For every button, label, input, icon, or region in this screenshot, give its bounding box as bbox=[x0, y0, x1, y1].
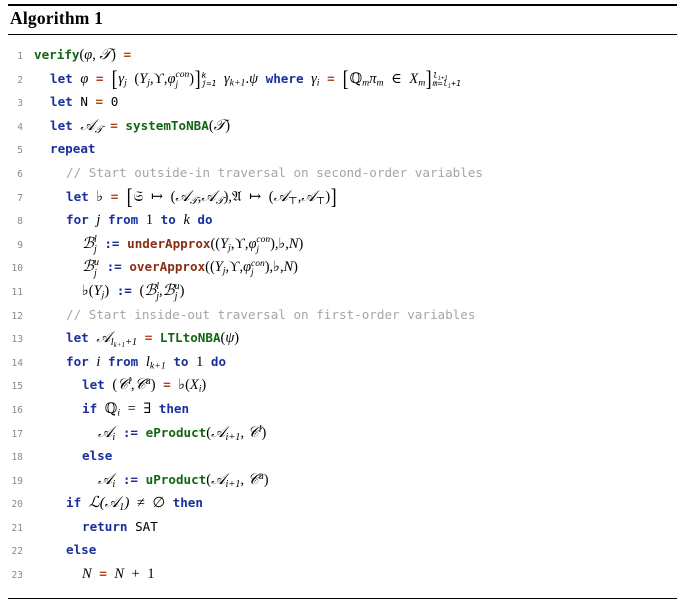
code-line: 17 𝒜i := eProduct(𝒜i+1, 𝒞l) bbox=[0, 422, 685, 446]
line-content: let φ = [γj (Yj,ϒ,φ con j)] k j=1 γk+1.ψ whe… bbox=[50, 66, 461, 92]
line-number: 1 bbox=[17, 51, 23, 62]
line-content: let 𝒜𝒯 = systemToNBA(𝒯) bbox=[50, 116, 231, 136]
code-line: 9 ℬlj := underApprox((Yj,ϒ,φ con j),♭,N) bbox=[0, 233, 685, 257]
line-number: 15 bbox=[11, 381, 23, 393]
line-number: 16 bbox=[11, 404, 23, 416]
code-line: 18 else bbox=[0, 445, 685, 469]
line-content: repeat bbox=[50, 141, 96, 157]
line-comment: // Start inside-out traversal on first-o… bbox=[66, 306, 476, 322]
line-number: 18 bbox=[11, 452, 23, 464]
algorithm-block: Algorithm 1 1 verify(φ, 𝒯) = 2 let φ = [… bbox=[0, 4, 685, 599]
line-content: ♭(Yj) := (ℬ l j ,ℬ u j) bbox=[82, 280, 185, 303]
line-content: if ℚi = ∃ then bbox=[82, 400, 190, 419]
line-number: 9 bbox=[17, 239, 23, 251]
line-content: 𝒜i := uProduct(𝒜i+1, 𝒞u) bbox=[98, 470, 269, 490]
code-line: 13 let 𝒜lk+1+1 = LTLtoNBA(ψ) bbox=[0, 327, 685, 351]
line-number: 3 bbox=[17, 98, 23, 110]
code-line: 21 return SAT bbox=[0, 516, 685, 540]
code-line: 20 if ℒ(𝒜1) ≠ ∅ then bbox=[0, 492, 685, 516]
code-line: 1 verify(φ, 𝒯) = bbox=[0, 44, 685, 68]
line-number: 17 bbox=[11, 428, 23, 440]
line-content: else bbox=[82, 448, 113, 464]
line-content: ℬuj := overApprox((Yj,ϒ,φ con j),♭,N) bbox=[82, 257, 298, 279]
code-line: 6 // Start outside-in traversal on secon… bbox=[0, 162, 685, 186]
line-content: 𝒜i := eProduct(𝒜i+1, 𝒞l) bbox=[98, 423, 267, 443]
code-line: 11 ♭(Yj) := (ℬ l j ,ℬ u j) bbox=[0, 280, 685, 304]
line-number: 4 bbox=[17, 121, 23, 133]
line-number: 20 bbox=[11, 499, 23, 511]
line-content: for j from 1 to k do bbox=[66, 212, 213, 229]
line-number: 2 bbox=[17, 74, 23, 86]
line-number: 5 bbox=[17, 145, 23, 157]
line-number: 10 bbox=[11, 263, 23, 275]
code-line: 12 // Start inside-out traversal on firs… bbox=[0, 304, 685, 328]
code-line: 2 let φ = [γj (Yj,ϒ,φ con j)] k j=1 γk+1.ψ w… bbox=[0, 68, 685, 92]
code-line: 15 let (𝒞l,𝒞u) = ♭(Xi) bbox=[0, 374, 685, 398]
code-line: 8 for j from 1 to k do bbox=[0, 209, 685, 233]
code-line: 14 for i from lk+1 to 1 do bbox=[0, 351, 685, 375]
line-number: 19 bbox=[11, 475, 23, 487]
line-number: 11 bbox=[11, 286, 23, 298]
line-number: 8 bbox=[17, 216, 23, 228]
line-number: 22 bbox=[11, 546, 23, 558]
line-content: return SAT bbox=[82, 518, 158, 534]
line-content: if ℒ(𝒜1) ≠ ∅ then bbox=[66, 494, 203, 514]
line-content: let 𝒜lk+1+1 = LTLtoNBA(ψ) bbox=[66, 329, 240, 349]
line-comment: // Start outside-in traversal on second-… bbox=[66, 164, 484, 180]
line-number: 14 bbox=[11, 357, 23, 369]
code-line: 5 repeat bbox=[0, 138, 685, 162]
code-line: 19 𝒜i := uProduct(𝒜i+1, 𝒞u) bbox=[0, 469, 685, 493]
line-number: 7 bbox=[17, 192, 23, 204]
line-number: 23 bbox=[11, 570, 23, 582]
code-line: 7 let ♭ = [𝔖 ↦ (𝒜𝒯,𝒜𝒯),𝔄 ↦ (𝒜⊤,𝒜⊤)] bbox=[0, 186, 685, 210]
line-content: let N = 0 bbox=[50, 94, 119, 110]
code-line: 4 let 𝒜𝒯 = systemToNBA(𝒯) bbox=[0, 115, 685, 139]
code-line: 10 ℬuj := overApprox((Yj,ϒ,φ con j),♭,N) bbox=[0, 256, 685, 280]
line-content: ℬlj := underApprox((Yj,ϒ,φ con j),♭,N) bbox=[82, 233, 304, 255]
line-content: let (𝒞l,𝒞u) = ♭(Xi) bbox=[82, 376, 207, 396]
line-content: for i from lk+1 to 1 do bbox=[66, 353, 227, 372]
line-number: 6 bbox=[17, 168, 23, 180]
line-number: 13 bbox=[11, 334, 23, 346]
line-content: else bbox=[66, 542, 97, 558]
algorithm-title: Algorithm 1 bbox=[10, 8, 104, 28]
line-number: 12 bbox=[11, 310, 23, 322]
line-content: verify(φ, 𝒯) = bbox=[34, 46, 132, 63]
algorithm-code: 1 verify(φ, 𝒯) = 2 let φ = [γj (Yj,ϒ,φ co… bbox=[0, 35, 685, 590]
code-line: 22 else bbox=[0, 539, 685, 563]
code-line: 3 let N = 0 bbox=[0, 91, 685, 115]
line-content: N = N + 1 bbox=[82, 566, 155, 583]
line-content: let ♭ = [𝔖 ↦ (𝒜𝒯,𝒜𝒯),𝔄 ↦ (𝒜⊤,𝒜⊤)] bbox=[66, 184, 337, 210]
code-line: 16 if ℚi = ∃ then bbox=[0, 398, 685, 422]
line-number: 21 bbox=[11, 522, 23, 534]
